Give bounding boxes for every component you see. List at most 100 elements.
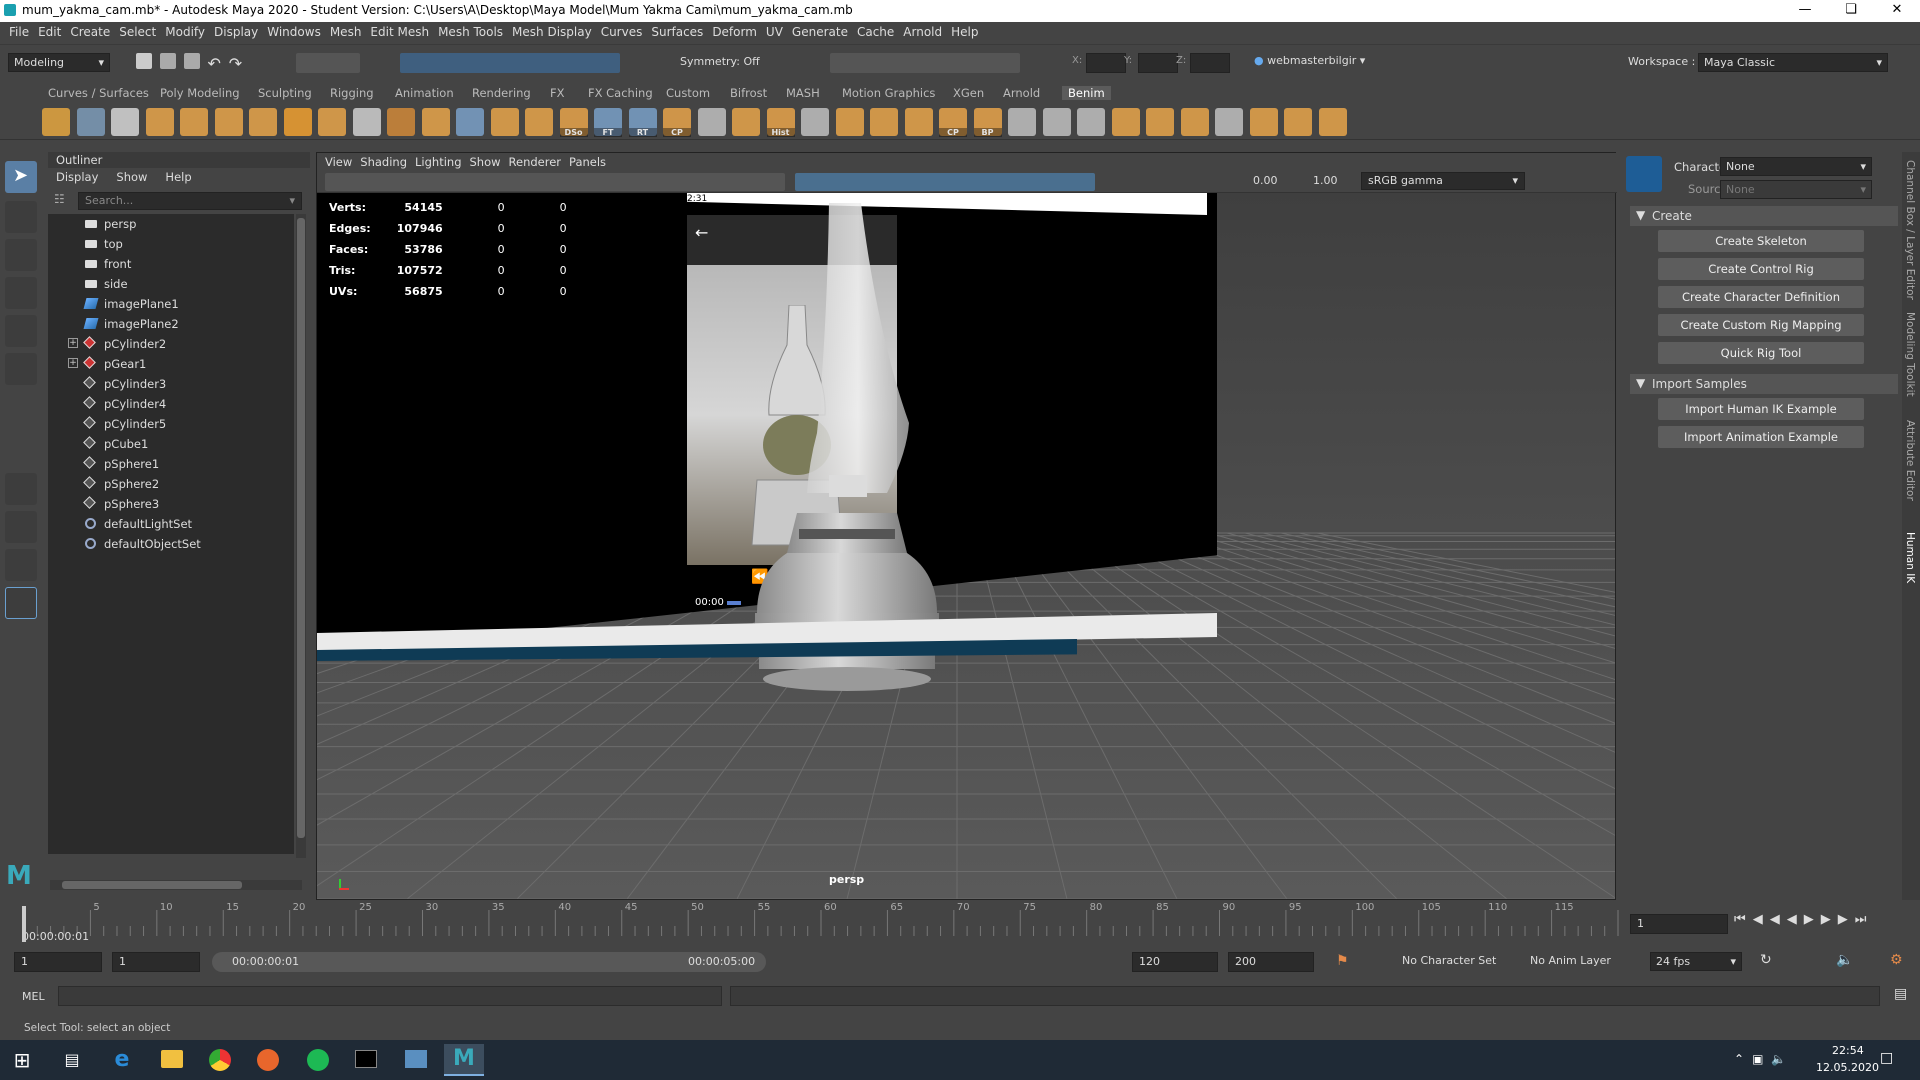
shelf-tool-20-icon[interactable] (697, 108, 726, 136)
shelf-tab-motion-graphics[interactable]: Motion Graphics (842, 86, 935, 100)
menu-create[interactable]: Create (70, 22, 110, 39)
two-view-icon[interactable] (5, 549, 37, 581)
shelf-tab-bifrost[interactable]: Bifrost (730, 86, 767, 100)
shelf-tab-rigging[interactable]: Rigging (330, 86, 374, 100)
outliner-scrollbar[interactable] (296, 214, 306, 858)
menu-help[interactable]: Help (951, 22, 978, 39)
snap-icons[interactable] (400, 53, 620, 73)
quick-rig-tool-button[interactable]: Quick Rig Tool (1658, 342, 1864, 364)
menu-windows[interactable]: Windows (267, 22, 321, 39)
menu-edit[interactable]: Edit (38, 22, 61, 39)
four-view-icon[interactable] (5, 511, 37, 543)
colorspace-dropdown[interactable]: sRGB gamma ▾ (1361, 172, 1525, 190)
outliner-item-pcylinder3[interactable]: pCylinder3 (48, 374, 294, 394)
move-tool-icon[interactable] (5, 277, 37, 309)
shelf-tool-12-icon[interactable] (421, 108, 450, 136)
exposure-value[interactable]: 0.00 (1253, 174, 1278, 187)
shelf-tab-sculpting[interactable]: Sculpting (258, 86, 312, 100)
outliner-layout-icon[interactable] (5, 587, 37, 619)
shelf-tool-15-icon[interactable] (525, 108, 553, 136)
shelf-tool-4-icon[interactable] (145, 108, 174, 136)
shelf-tool-17-icon[interactable]: FT (594, 108, 622, 137)
start-frame-field[interactable]: 1 (14, 952, 102, 972)
shelf-tab-curves-surfaces[interactable]: Curves / Surfaces (48, 86, 149, 100)
new-scene-icon[interactable] (136, 53, 152, 69)
menu-surfaces[interactable]: Surfaces (651, 22, 703, 39)
viewport-menu-show[interactable]: Show (470, 155, 501, 169)
symmetry-label[interactable]: Symmetry: Off (680, 55, 760, 68)
side-tab-human-ik[interactable]: Human IK (1904, 532, 1916, 583)
end-frame-field[interactable]: 120 (1132, 952, 1218, 972)
shelf-tool-18-icon[interactable]: RT (628, 108, 657, 137)
anim-start-field[interactable]: 1 (112, 952, 200, 972)
z-field[interactable] (1190, 53, 1230, 73)
menu-cache[interactable]: Cache (857, 22, 894, 39)
menu-file[interactable]: File (9, 22, 29, 39)
shelf-tool-21-icon[interactable] (732, 108, 760, 136)
shelf-tool-31-icon[interactable] (1077, 108, 1105, 136)
shelf-tab-custom[interactable]: Custom (666, 86, 710, 100)
minimize-icon[interactable]: — (1782, 0, 1828, 22)
menu-edit-mesh[interactable]: Edit Mesh (370, 22, 429, 39)
shelf-tool-38-icon[interactable] (1318, 108, 1347, 136)
panel-tool-icons[interactable] (325, 173, 785, 191)
back-arrow-icon[interactable]: ← (695, 223, 708, 242)
outliner-item-psphere2[interactable]: pSphere2 (48, 474, 294, 494)
shelf-tool-29-icon[interactable] (1008, 108, 1036, 136)
character-dropdown[interactable]: None ▾ (1720, 157, 1872, 176)
shelf-tool-22-icon[interactable]: Hist (766, 108, 795, 137)
firefox-icon[interactable] (248, 1044, 288, 1076)
viewport-menu-panels[interactable]: Panels (569, 155, 606, 169)
outliner-hscrollbar[interactable] (50, 880, 302, 890)
shelf-tool-5-icon[interactable] (180, 108, 208, 136)
shelf-tool-33-icon[interactable] (1146, 108, 1174, 136)
outliner-item-pcylinder2[interactable]: + pCylinder2 (48, 334, 294, 354)
shelf-tool-3-icon[interactable] (111, 108, 139, 136)
shelf-tool-37-icon[interactable] (1284, 108, 1312, 136)
go-start-icon[interactable]: ⏮ (1734, 912, 1753, 927)
playback-controls[interactable]: ⏮◀◀◀▶▶▶⏭ (1734, 912, 1873, 927)
shading-icons[interactable] (795, 173, 1095, 191)
save-scene-icon[interactable] (183, 53, 200, 69)
create-control-rig-button[interactable]: Create Control Rig (1658, 258, 1864, 280)
shelf-tab-benim[interactable]: Benim (1062, 86, 1111, 100)
expand-icon[interactable]: + (68, 358, 78, 368)
playhead[interactable] (22, 906, 26, 942)
outliner-item-persp[interactable]: persp (48, 214, 294, 234)
shelf-tool-19-icon[interactable]: CP (663, 108, 691, 137)
outliner-item-defaultlightset[interactable]: defaultLightSet (48, 514, 294, 534)
clock-time[interactable]: 22:54 (1832, 1044, 1864, 1057)
outliner-item-imageplane2[interactable]: imagePlane2 (48, 314, 294, 334)
expand-icon[interactable]: + (68, 338, 78, 348)
select-tool-icon[interactable]: ➤ (5, 161, 37, 193)
menu-mesh-tools[interactable]: Mesh Tools (438, 22, 503, 39)
gamma-value[interactable]: 1.00 (1313, 174, 1338, 187)
step-back-icon[interactable]: ◀ (1770, 912, 1787, 927)
task-view-icon[interactable]: ▤ (52, 1044, 92, 1076)
outliner-item-front[interactable]: front (48, 254, 294, 274)
range-bar[interactable]: 00:00:00:01 00:00:05:00 (212, 952, 766, 972)
create-custom-rig-mapping-button[interactable]: Create Custom Rig Mapping (1658, 314, 1864, 336)
shelf-tool-30-icon[interactable] (1042, 108, 1071, 136)
shelf-tab-rendering[interactable]: Rendering (472, 86, 531, 100)
selection-mask-icons[interactable] (296, 53, 360, 73)
outliner-item-top[interactable]: top (48, 234, 294, 254)
menu-mesh[interactable]: Mesh (330, 22, 362, 39)
undo-icon[interactable]: ↶ (207, 54, 220, 73)
outliner-item-psphere3[interactable]: pSphere3 (48, 494, 294, 514)
rotate-tool-icon[interactable] (5, 315, 37, 347)
menu-select[interactable]: Select (119, 22, 156, 39)
render-icons[interactable] (830, 53, 1020, 73)
shelf-tool-13-icon[interactable] (456, 108, 484, 136)
shelf-tab-fx[interactable]: FX (550, 86, 565, 100)
scale-tool-icon[interactable] (5, 353, 37, 385)
outliner-item-pcylinder5[interactable]: pCylinder5 (48, 414, 294, 434)
command-input[interactable] (58, 986, 722, 1006)
anim-layer-dropdown[interactable]: No Anim Layer (1530, 954, 1611, 967)
shelf-tab-animation[interactable]: Animation (395, 86, 454, 100)
shelf-tool-7-icon[interactable] (249, 108, 277, 136)
outliner-menu-show[interactable]: Show (116, 170, 147, 184)
outliner-item-psphere1[interactable]: pSphere1 (48, 454, 294, 474)
step-back-key-icon[interactable]: ◀ (1753, 912, 1770, 927)
menu-curves[interactable]: Curves (601, 22, 643, 39)
